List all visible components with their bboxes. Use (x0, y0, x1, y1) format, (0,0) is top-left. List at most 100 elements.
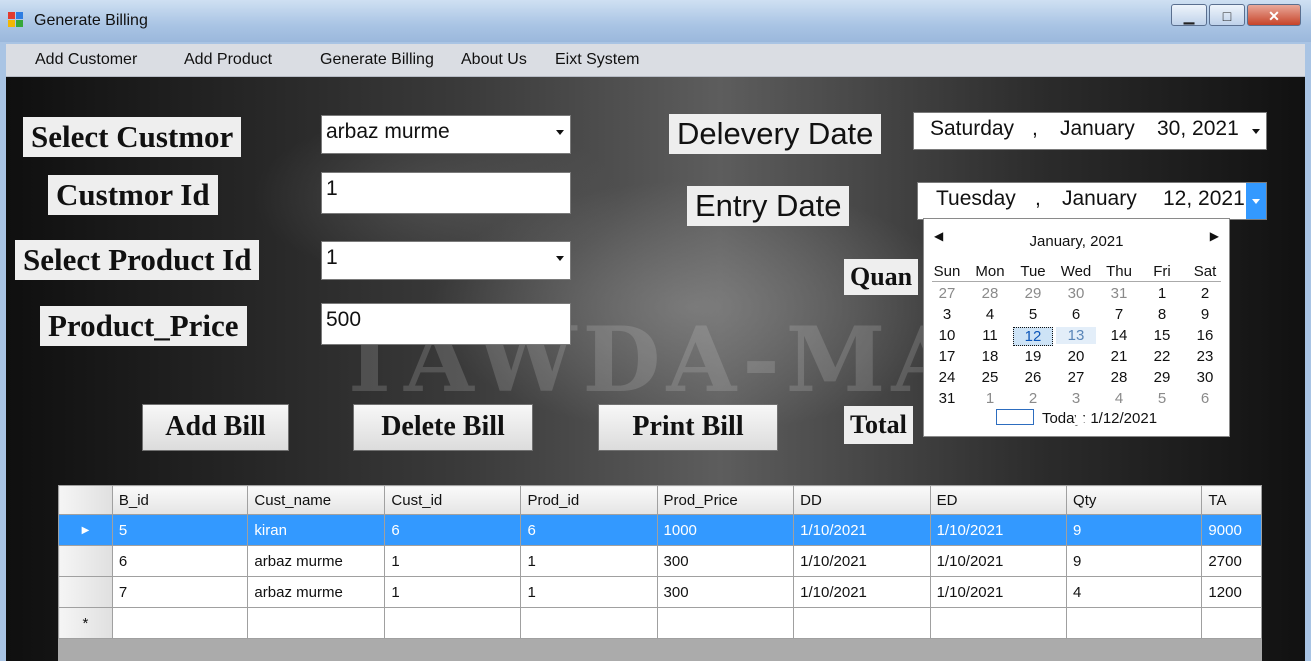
calendar-day[interactable]: 9 (1185, 306, 1225, 323)
new-cell[interactable] (1201, 607, 1262, 639)
product-price-field[interactable]: 500 (321, 303, 571, 345)
cell-prod-price[interactable]: 300 (656, 576, 795, 608)
col-header-prod-price[interactable]: Prod_Price (656, 485, 795, 515)
cell-dd[interactable]: 1/10/2021 (793, 576, 931, 608)
col-header-b-id[interactable]: B_id (111, 485, 249, 515)
calendar-day[interactable]: 2 (1013, 390, 1053, 407)
row-pointer-icon[interactable]: ▶ (58, 514, 113, 546)
row-header[interactable] (58, 576, 113, 608)
calendar-day[interactable]: 28 (970, 285, 1010, 302)
new-row-marker[interactable]: * (58, 607, 113, 639)
cell-ed[interactable]: 1/10/2021 (929, 545, 1068, 577)
menu-add-customer[interactable]: Add Customer (35, 51, 137, 69)
menu-exit-system[interactable]: Eixt System (555, 51, 639, 69)
calendar-day[interactable]: 6 (1056, 306, 1096, 323)
cell-dd[interactable]: 1/10/2021 (793, 514, 931, 546)
new-row[interactable]: * (58, 607, 1262, 639)
cell-cust-name[interactable]: arbaz murme (247, 545, 386, 577)
col-header-ta[interactable]: TA (1201, 485, 1262, 515)
customer-id-field[interactable]: 1 (321, 172, 571, 214)
calendar-day[interactable]: 20 (1056, 348, 1096, 365)
cell-ed[interactable]: 1/10/2021 (929, 514, 1068, 546)
chevron-down-icon[interactable] (556, 130, 564, 135)
calendar-day[interactable]: 31 (927, 390, 967, 407)
col-header-cust-id[interactable]: Cust_id (384, 485, 522, 515)
cell-ta[interactable]: 9000 (1201, 514, 1262, 546)
col-header-dd[interactable]: DD (793, 485, 931, 515)
new-cell[interactable] (111, 607, 249, 639)
cell-cust-id[interactable]: 6 (384, 514, 522, 546)
calendar-day[interactable]: 23 (1185, 348, 1225, 365)
minimize-button[interactable]: ▁ (1171, 4, 1207, 26)
col-header-ed[interactable]: ED (929, 485, 1068, 515)
new-cell[interactable] (793, 607, 931, 639)
cell-qty[interactable]: 9 (1066, 514, 1203, 546)
calendar-day[interactable]: 3 (1056, 390, 1096, 407)
calendar-day[interactable]: 18 (970, 348, 1010, 365)
product-id-combobox[interactable]: 1 (321, 241, 571, 280)
cell-cust-name[interactable]: arbaz murme (247, 576, 386, 608)
calendar-day[interactable]: 10 (927, 327, 967, 344)
calendar-day[interactable]: 2 (1185, 285, 1225, 302)
calendar-day[interactable]: 25 (970, 369, 1010, 386)
calendar-day[interactable]: 8 (1142, 306, 1182, 323)
cell-cust-id[interactable]: 1 (384, 545, 522, 577)
menu-about-us[interactable]: About Us (461, 51, 527, 69)
calendar-day[interactable]: 30 (1056, 285, 1096, 302)
calendar-day[interactable]: 1 (970, 390, 1010, 407)
delete-bill-button[interactable]: Delete Bill (353, 404, 533, 451)
chevron-down-icon[interactable] (556, 256, 564, 261)
cell-cust-name[interactable]: kiran (247, 514, 386, 546)
calendar-day[interactable]: 4 (1099, 390, 1139, 407)
calendar-day[interactable]: 6 (1185, 390, 1225, 407)
cell-dd[interactable]: 1/10/2021 (793, 545, 931, 577)
calendar-day[interactable]: 14 (1099, 327, 1139, 344)
cell-prod-id[interactable]: 1 (520, 545, 658, 577)
table-row[interactable]: 6 arbaz murme 1 1 300 1/10/2021 1/10/202… (58, 545, 1262, 577)
calendar-day[interactable]: 26 (1013, 369, 1053, 386)
cell-b-id[interactable]: 7 (111, 576, 249, 608)
cell-b-id[interactable]: 6 (111, 545, 249, 577)
calendar-day[interactable]: 15 (1142, 327, 1182, 344)
calendar-day[interactable]: 1 (1142, 285, 1182, 302)
calendar-day[interactable]: 19 (1013, 348, 1053, 365)
calendar-day[interactable]: 24 (927, 369, 967, 386)
calendar-month-label[interactable]: January, 2021 (924, 233, 1229, 250)
col-header-prod-id[interactable]: Prod_id (520, 485, 658, 515)
calendar-day[interactable]: 11 (970, 327, 1010, 344)
cell-ta[interactable]: 1200 (1201, 576, 1262, 608)
col-header-qty[interactable]: Qty (1066, 485, 1203, 515)
new-cell[interactable] (384, 607, 522, 639)
calendar-day[interactable]: 12 (1013, 327, 1053, 346)
calendar-day[interactable]: 30 (1185, 369, 1225, 386)
print-bill-button[interactable]: Print Bill (598, 404, 778, 451)
cell-qty[interactable]: 9 (1066, 545, 1203, 577)
cell-prod-id[interactable]: 1 (520, 576, 658, 608)
calendar-day[interactable]: 5 (1013, 306, 1053, 323)
cell-qty[interactable]: 4 (1066, 576, 1203, 608)
entry-date-dropdown-button[interactable] (1246, 183, 1266, 219)
new-cell[interactable] (520, 607, 658, 639)
cell-prod-id[interactable]: 6 (520, 514, 658, 546)
col-header-cust-name[interactable]: Cust_name (247, 485, 386, 515)
month-calendar-popup[interactable]: ◀ ▶ January, 2021 Sun Mon Tue Wed Thu Fr… (923, 218, 1230, 437)
calendar-day[interactable]: 28 (1099, 369, 1139, 386)
calendar-day[interactable]: 21 (1099, 348, 1139, 365)
calendar-day[interactable]: 3 (927, 306, 967, 323)
calendar-day[interactable]: 7 (1099, 306, 1139, 323)
cell-ed[interactable]: 1/10/2021 (929, 576, 1068, 608)
calendar-day[interactable]: 5 (1142, 390, 1182, 407)
delivery-date-picker[interactable]: Saturday , January 30, 2021 (913, 112, 1267, 150)
billing-grid[interactable]: B_id Cust_name Cust_id Prod_id Prod_Pric… (58, 485, 1262, 661)
menu-add-product[interactable]: Add Product (184, 51, 272, 69)
add-bill-button[interactable]: Add Bill (142, 404, 289, 451)
calendar-day[interactable]: 27 (927, 285, 967, 302)
menu-generate-billing[interactable]: Generate Billing (320, 51, 434, 69)
calendar-day[interactable]: 4 (970, 306, 1010, 323)
table-row[interactable]: 7 arbaz murme 1 1 300 1/10/2021 1/10/202… (58, 576, 1262, 608)
calendar-day[interactable]: 16 (1185, 327, 1225, 344)
entry-date-picker[interactable]: Tuesday , January 12, 2021 (917, 182, 1267, 220)
calendar-day[interactable]: 31 (1099, 285, 1139, 302)
calendar-day[interactable]: 29 (1142, 369, 1182, 386)
calendar-day[interactable]: 13 (1056, 327, 1096, 344)
